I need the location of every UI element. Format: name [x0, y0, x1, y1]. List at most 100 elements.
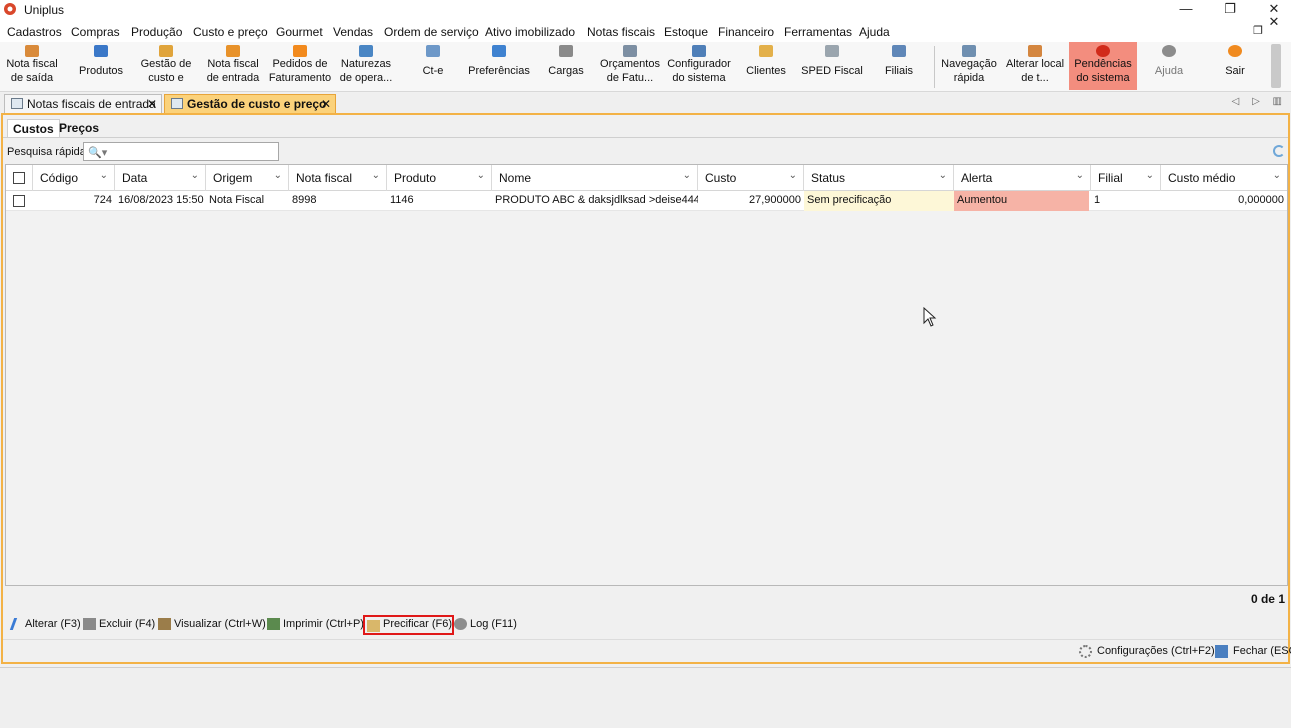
help-icon	[1162, 45, 1176, 57]
tab-notas-fiscais-entrada[interactable]: Notas fiscais de entrada ✕	[4, 94, 162, 113]
chevron-down-icon[interactable]: ⌄	[1146, 170, 1154, 181]
chevron-down-icon[interactable]: ⌄	[372, 170, 380, 181]
invoice-in-icon	[226, 45, 240, 57]
menu-ativo-imobilizado[interactable]: Ativo imobilizado	[485, 25, 575, 39]
toolbar-ajuda-button[interactable]: Ajuda	[1140, 42, 1198, 90]
chevron-down-icon[interactable]: ⌄	[274, 170, 282, 181]
title-bar: Uniplus — ❐ ✕	[0, 0, 1291, 21]
operation-natures-icon	[359, 45, 373, 57]
toolbar-preferencias-button[interactable]: Preferências	[466, 42, 532, 90]
toolbar-nota-fiscal-saida-button[interactable]: Nota fiscal de saída	[2, 42, 62, 90]
cell-data: 16/08/2023 15:50	[118, 194, 204, 206]
cte-icon	[426, 45, 440, 57]
column-codigo[interactable]: Código ⌄	[33, 165, 115, 191]
configuracoes-button[interactable]: Configurações (Ctrl+F2)	[1079, 645, 1215, 658]
status-bar	[0, 667, 1291, 728]
alterar-button[interactable]: Alterar (F3)	[7, 615, 83, 635]
toolbar-alterar-local-button[interactable]: Alterar local de t...	[1003, 42, 1067, 90]
toolbar-produtos-button[interactable]: Produtos	[70, 42, 132, 90]
search-box[interactable]: 🔍▾	[83, 142, 279, 161]
menu-gourmet[interactable]: Gourmet	[276, 25, 323, 39]
search-input[interactable]	[104, 144, 274, 159]
imprimir-button[interactable]: Imprimir (Ctrl+P)	[265, 615, 366, 635]
column-origem[interactable]: Origem ⌄	[206, 165, 289, 191]
home-icon	[1028, 45, 1042, 57]
toolbar-sped-fiscal-button[interactable]: SPED Fiscal	[800, 42, 864, 90]
chevron-down-icon[interactable]: ⌄	[1273, 170, 1281, 181]
chevron-down-icon[interactable]: ⌄	[683, 170, 691, 181]
toolbar-cargas-button[interactable]: Cargas	[538, 42, 594, 90]
content-frame: Custos Preços Pesquisa rápida: 🔍▾ Código…	[1, 113, 1291, 664]
chevron-down-icon[interactable]: ⌄	[477, 170, 485, 181]
toolbar-sair-button[interactable]: Sair	[1206, 42, 1264, 90]
column-alerta[interactable]: Alerta ⌄	[954, 165, 1091, 191]
cell-filial: 1	[1094, 194, 1101, 206]
action-bar: Alterar (F3) Excluir (F4) Visualizar (Ct…	[7, 615, 1287, 635]
toolbar-clientes-button[interactable]: Clientes	[738, 42, 794, 90]
restore-button[interactable]: ❐	[1218, 0, 1242, 20]
close-icon[interactable]: ✕	[147, 97, 157, 111]
menu-ferramentas[interactable]: Ferramentas	[784, 25, 852, 39]
cell-nota-fiscal: 8998	[292, 194, 317, 206]
preferences-icon	[492, 45, 506, 57]
delete-icon	[83, 618, 96, 630]
column-nome[interactable]: Nome ⌄	[492, 165, 698, 191]
log-button[interactable]: Log (F11)	[452, 615, 519, 635]
toolbar-orcamentos-button[interactable]: Orçamentos de Fatu...	[598, 42, 662, 90]
row-checkbox[interactable]	[13, 195, 25, 207]
cell-origem: Nota Fiscal	[209, 194, 265, 206]
subtab-custos[interactable]: Custos	[7, 119, 60, 137]
toolbar-nota-fiscal-entrada-button[interactable]: Nota fiscal de entrada	[202, 42, 264, 90]
menu-estoque[interactable]: Estoque	[664, 25, 708, 39]
chevron-down-icon[interactable]: ⌄	[191, 170, 199, 181]
billing-orders-icon	[293, 45, 307, 57]
toolbar-cte-button[interactable]: Ct-e	[404, 42, 462, 90]
toolbar-pedidos-faturamento-button[interactable]: Pedidos de Faturamento	[267, 42, 333, 90]
menu-cadastros[interactable]: Cadastros	[7, 25, 62, 39]
column-custo-medio[interactable]: Custo médio ⌄	[1161, 165, 1287, 191]
column-custo[interactable]: Custo ⌄	[698, 165, 804, 191]
chevron-down-icon[interactable]: ⌄	[100, 170, 108, 181]
inner-close-button[interactable]: ✕	[1262, 13, 1286, 33]
chevron-down-icon[interactable]: ⌄	[939, 170, 947, 181]
tab-gestao-custo-preco[interactable]: Gestão de custo e preço ✕	[164, 94, 336, 113]
precificar-button[interactable]: Precificar (F6)	[363, 615, 454, 635]
visualizar-button[interactable]: Visualizar (Ctrl+W)	[156, 615, 268, 635]
subtab-precos[interactable]: Preços	[54, 119, 104, 137]
toolbar-pendencias-button[interactable]: Pendências do sistema	[1069, 42, 1137, 90]
minimize-button[interactable]: —	[1174, 0, 1198, 20]
menu-notas-fiscais[interactable]: Notas fiscais	[587, 25, 655, 39]
fechar-button[interactable]: Fechar (ESC)	[1215, 645, 1291, 658]
column-produto[interactable]: Produto ⌄	[387, 165, 492, 191]
tab-label: Gestão de custo e preço	[187, 97, 327, 111]
products-icon	[94, 45, 108, 57]
column-nota-fiscal[interactable]: Nota fiscal ⌄	[289, 165, 387, 191]
excluir-button[interactable]: Excluir (F4)	[81, 615, 157, 635]
toolbar-configurador-button[interactable]: Configurador do sistema	[665, 42, 733, 90]
column-filial[interactable]: Filial ⌄	[1091, 165, 1161, 191]
close-icon[interactable]: ✕	[321, 97, 331, 111]
column-data[interactable]: Data ⌄	[115, 165, 206, 191]
mouse-cursor-icon	[923, 307, 937, 327]
log-icon	[454, 618, 467, 630]
menu-ordem-de-servico[interactable]: Ordem de serviço	[384, 25, 479, 39]
refresh-icon[interactable]	[1273, 145, 1285, 157]
menu-financeiro[interactable]: Financeiro	[718, 25, 774, 39]
menu-custo-e-preco[interactable]: Custo e preço	[193, 25, 268, 39]
menu-vendas[interactable]: Vendas	[333, 25, 373, 39]
menu-producao[interactable]: Produção	[131, 25, 182, 39]
chevron-down-icon[interactable]: ⌄	[789, 170, 797, 181]
tab-navigation-arrows[interactable]: ◁ ▷ ▥	[1232, 96, 1287, 107]
chevron-down-icon[interactable]: ⌄	[1076, 170, 1084, 181]
toolbar-navegacao-rapida-button[interactable]: Navegação rápida	[938, 42, 1000, 90]
menu-ajuda[interactable]: Ajuda	[859, 25, 890, 39]
toolbar-gestao-custo-button[interactable]: Gestão de custo e	[136, 42, 196, 90]
column-status[interactable]: Status ⌄	[804, 165, 954, 191]
toolbar-scrollbar[interactable]	[1271, 44, 1281, 88]
toolbar-naturezas-operacao-button[interactable]: Naturezas de opera...	[336, 42, 396, 90]
toolbar-filiais-button[interactable]: Filiais	[870, 42, 928, 90]
menu-compras[interactable]: Compras	[71, 25, 120, 39]
table-row[interactable]: 724 16/08/2023 15:50 Nota Fiscal 8998 11…	[6, 191, 1287, 211]
select-all-checkbox[interactable]	[13, 172, 25, 184]
cell-alerta: Aumentou	[954, 191, 1089, 211]
